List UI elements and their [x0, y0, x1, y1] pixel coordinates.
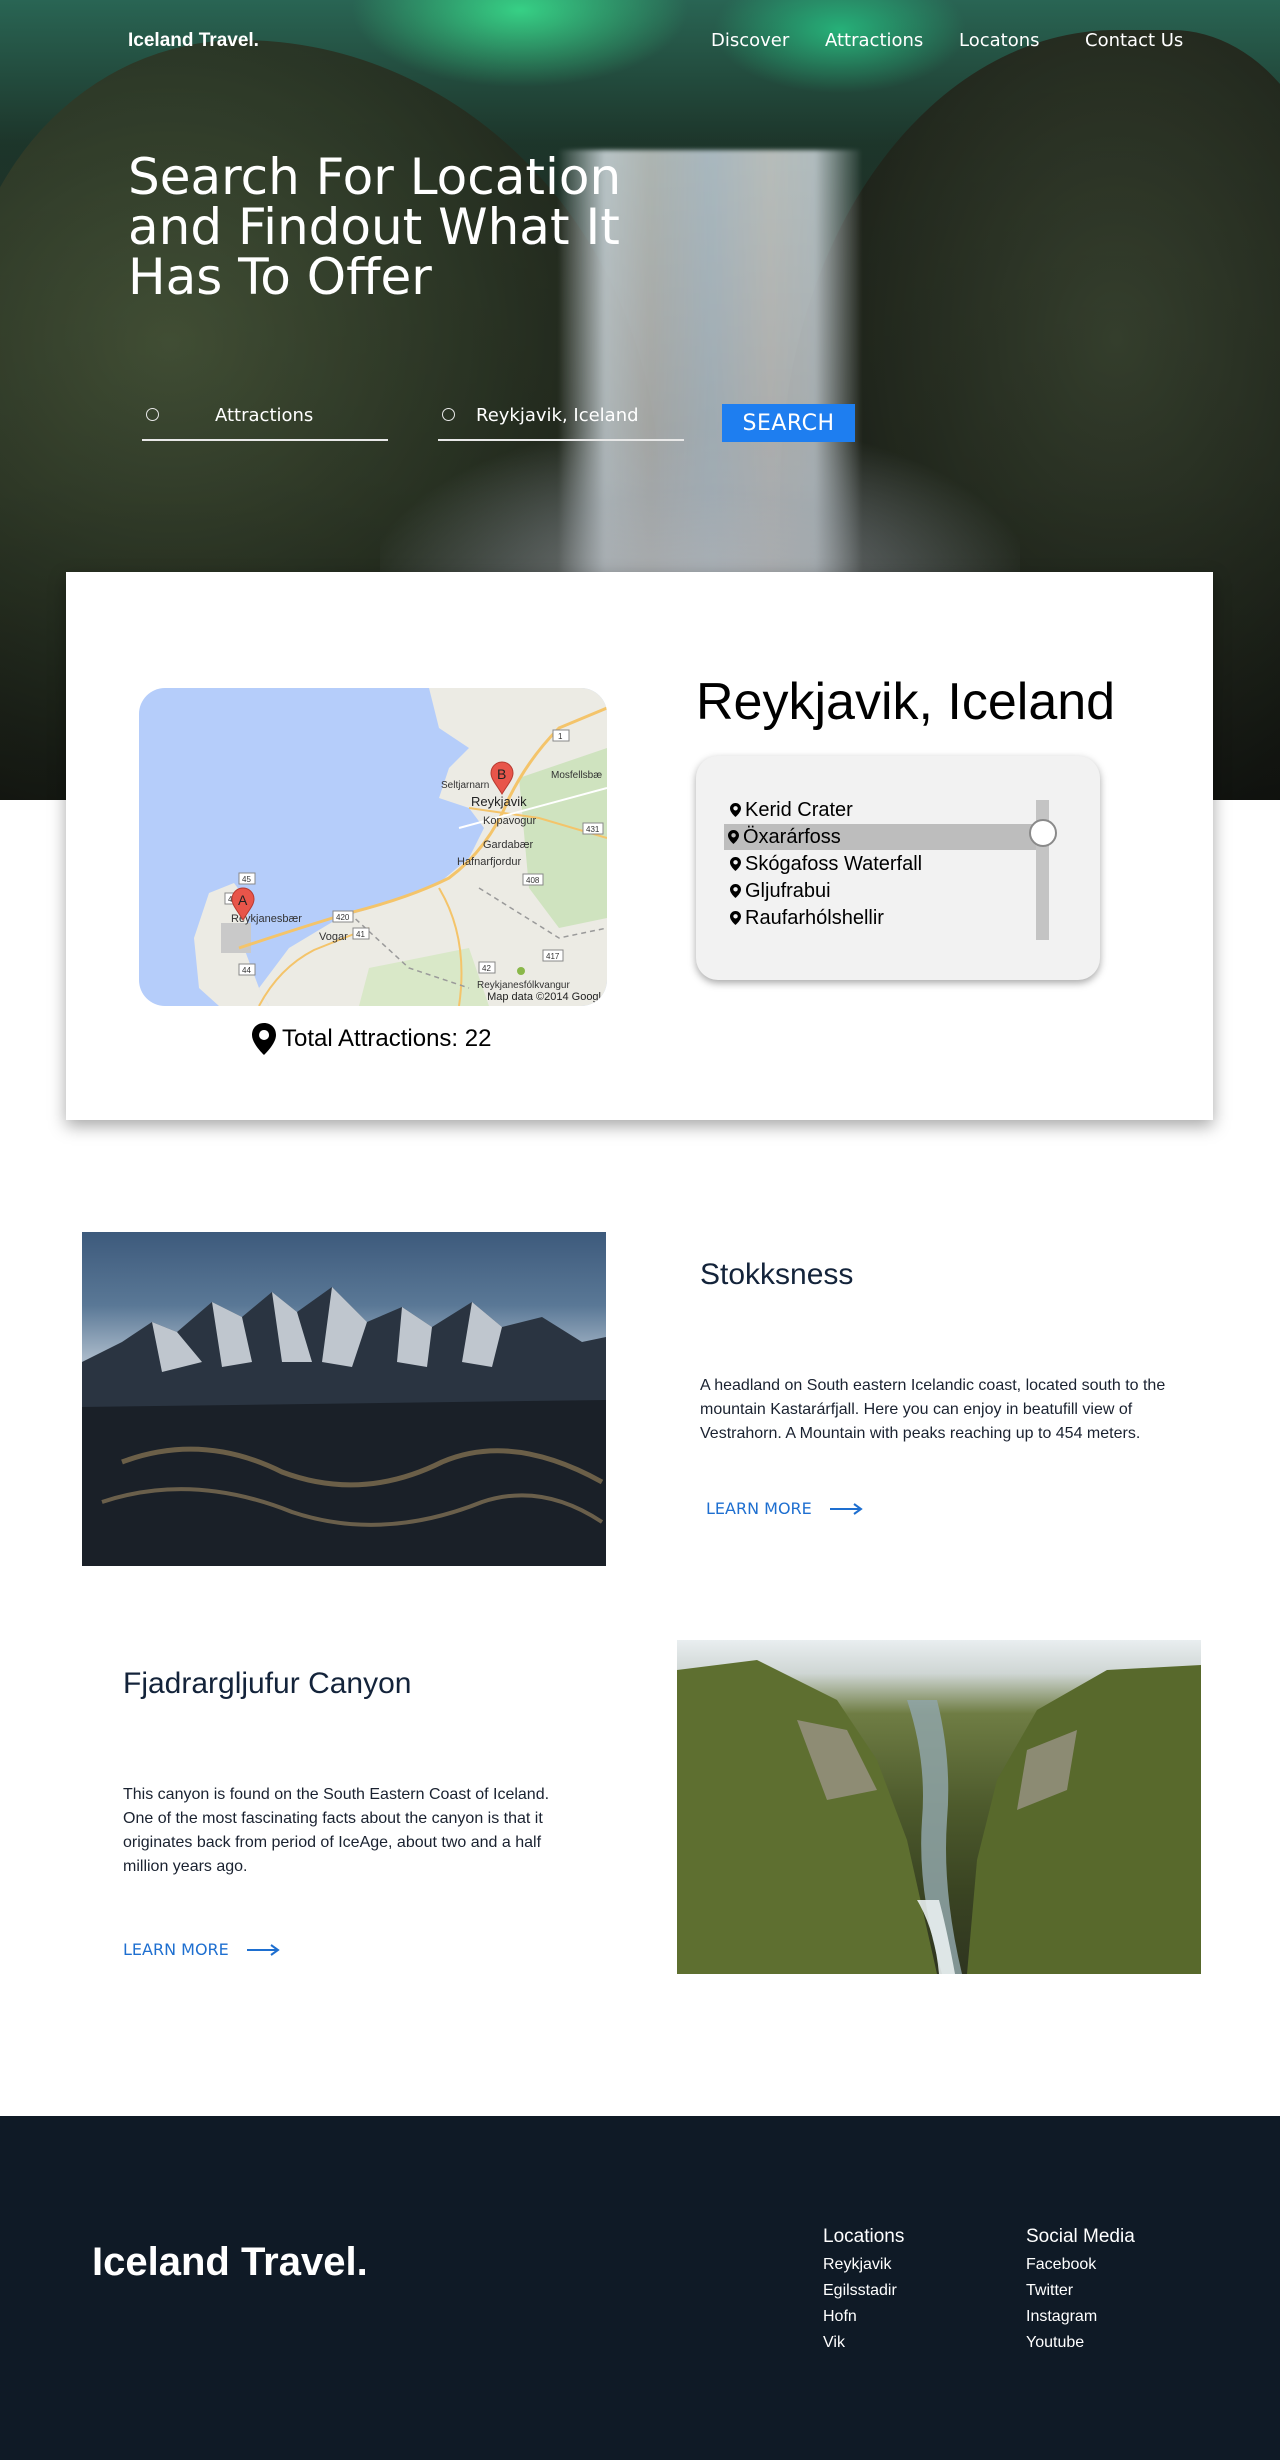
list-item-label: Raufarhólshellir	[745, 906, 884, 929]
nav-discover[interactable]: Discover	[711, 30, 789, 51]
map-label-vogar: Vogar	[319, 931, 348, 943]
canyon-graphic	[677, 1660, 1201, 1974]
map-copyright: Map data ©2014 Googl	[487, 991, 601, 1003]
list-item-label: Skógafoss Waterfall	[745, 852, 923, 875]
category-field[interactable]: Attractions	[142, 395, 388, 441]
category-value: Attractions	[215, 405, 314, 426]
footer-brand-logo[interactable]: Iceland Travel.	[92, 2240, 368, 2285]
road-45: 45	[242, 875, 251, 884]
location-pin-icon	[730, 803, 741, 817]
feature-title: Fjadrargljufur Canyon	[123, 1667, 412, 1700]
footer-link-instagram[interactable]: Instagram	[1026, 2304, 1135, 2330]
footer-link-hofn[interactable]: Hofn	[823, 2304, 904, 2330]
feature-description: A headland on South eastern Icelandic co…	[700, 1377, 1166, 1442]
footer-link-vik[interactable]: Vik	[823, 2330, 904, 2356]
learn-more-link[interactable]: LEARN MORE	[123, 1940, 281, 1959]
learn-more-link[interactable]: LEARN MORE	[706, 1499, 864, 1518]
radio-ring-icon	[442, 408, 455, 421]
map-label-reykjanesfolkvangur: Reykjanesfólkvangur	[477, 980, 570, 991]
footer-locations-heading: Locations	[823, 2226, 905, 2247]
location-pin-icon	[252, 1023, 276, 1055]
search-button[interactable]: SEARCH	[722, 404, 855, 442]
location-pin-icon	[730, 911, 741, 925]
hero-title: Search For Location and Findout What It …	[128, 148, 622, 306]
location-result-card: Seltjarnarn Reykjavik Kopavogur Gardabær…	[66, 572, 1213, 1120]
road-42: 42	[482, 964, 491, 973]
learn-more-label: LEARN MORE	[123, 1940, 229, 1959]
location-field[interactable]: Reykjavik, Iceland	[438, 395, 684, 441]
footer-link-reykjavik[interactable]: Reykjavik	[823, 2252, 904, 2278]
nav-contact[interactable]: Contact Us	[1085, 30, 1183, 51]
attractions-list: Kerid Crater Öxarárfoss Skógafoss Waterf…	[696, 756, 1100, 980]
map-label-seltjarnarnes: Seltjarnarn	[441, 780, 489, 791]
road-1: 1	[558, 732, 563, 741]
stokksness-photo	[82, 1232, 606, 1566]
map-label-gardabaer: Gardabær	[483, 839, 533, 851]
footer: Iceland Travel. Locations Reykjavik Egil…	[0, 2116, 1280, 2460]
location-pin-icon	[730, 884, 741, 898]
map-label-hafnarfjordur: Hafnarfjordur	[457, 856, 522, 868]
list-item[interactable]: Raufarhólshellir	[726, 905, 1036, 931]
footer-link-egilsstadir[interactable]: Egilsstadir	[823, 2278, 904, 2304]
road-408: 408	[526, 876, 540, 885]
road-420: 420	[336, 913, 350, 922]
arrow-right-icon	[829, 1502, 863, 1515]
list-item-selected[interactable]: Öxarárfoss	[724, 824, 1036, 850]
list-item-label: Kerid Crater	[745, 798, 853, 821]
footer-social: Social Media Facebook Twitter Instagram …	[1026, 2226, 1135, 2356]
map-label-mosfellsbaer: Mosfellsbæ	[551, 770, 602, 781]
city-title: Reykjavik, Iceland	[696, 673, 1116, 731]
footer-link-youtube[interactable]: Youtube	[1026, 2330, 1135, 2356]
location-pin-icon	[728, 830, 739, 844]
nav-locations[interactable]: Locatons	[959, 30, 1040, 51]
footer-link-facebook[interactable]: Facebook	[1026, 2252, 1135, 2278]
footer-locations: Locations Reykjavik Egilsstadir Hofn Vik	[823, 2226, 904, 2356]
list-item-label: Gljufrabui	[745, 879, 831, 902]
map-label-kopavogur: Kopavogur	[483, 815, 537, 827]
list-scroll-thumb[interactable]	[1029, 819, 1057, 847]
list-item[interactable]: Skógafoss Waterfall	[726, 851, 1036, 877]
nav-attractions[interactable]: Attractions	[825, 30, 923, 51]
canyon-photo	[677, 1640, 1201, 1974]
mountain-graphic	[82, 1287, 606, 1566]
list-item[interactable]: Kerid Crater	[726, 797, 1036, 823]
location-value: Reykjavik, Iceland	[476, 405, 639, 426]
total-attractions: Total Attractions: 22	[252, 1022, 491, 1056]
location-map[interactable]: Seltjarnarn Reykjavik Kopavogur Gardabær…	[139, 688, 607, 1006]
road-41: 41	[356, 930, 365, 939]
road-431: 431	[586, 825, 600, 834]
list-item-label: Öxarárfoss	[743, 825, 841, 848]
footer-social-heading: Social Media	[1026, 2226, 1135, 2247]
radio-ring-icon	[146, 408, 159, 421]
location-pin-icon	[730, 857, 741, 871]
feature-description: This canyon is found on the South Easter…	[123, 1786, 550, 1875]
marker-label-a: A	[238, 892, 248, 908]
feature-title: Stokksness	[700, 1258, 854, 1291]
arrow-right-icon	[246, 1943, 280, 1956]
main-nav: Discover Attractions Locatons Contact Us	[0, 30, 1280, 54]
map-label-reykjavik: Reykjavik	[471, 794, 527, 809]
map-graphic: Seltjarnarn Reykjavik Kopavogur Gardabær…	[194, 688, 607, 1006]
footer-link-twitter[interactable]: Twitter	[1026, 2278, 1135, 2304]
learn-more-label: LEARN MORE	[706, 1499, 812, 1518]
road-44b: 44	[242, 966, 251, 975]
marker-label-b: B	[497, 766, 506, 782]
list-item[interactable]: Gljufrabui	[726, 878, 1036, 904]
road-417: 417	[546, 952, 560, 961]
total-attractions-label: Total Attractions: 22	[282, 1025, 492, 1052]
